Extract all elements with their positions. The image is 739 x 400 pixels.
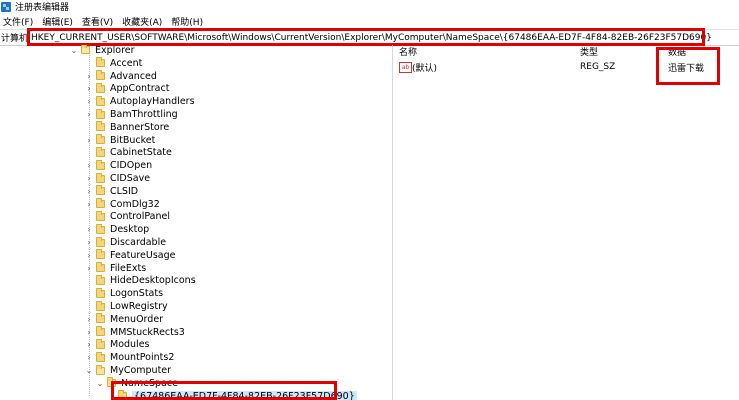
folder-icon [96,262,105,273]
tree-item[interactable]: › FileExts [85,262,146,275]
address-label: 计算机 [1,34,29,44]
chevron-right-icon[interactable]: › [85,110,93,119]
folder-icon [96,159,105,170]
tree-item[interactable]: › Modules [85,338,150,352]
folder-icon [96,134,105,145]
chevron-right-icon[interactable]: › [85,353,93,362]
tree-item-namespace[interactable]: ⌄ NameSpace [96,377,178,390]
value-data: 迅雷下载 [668,63,705,74]
chevron-right-icon[interactable]: › [85,72,93,81]
folder-icon [96,82,105,93]
folder-icon [96,57,105,68]
column-data[interactable]: 数据 [668,45,686,58]
tree-item[interactable]: › FeatureUsage [85,249,176,262]
registry-tree[interactable]: ⌄ Explorer Accent › Advanced › AppContract › A… [0,45,393,400]
tree-item[interactable]: › Advanced [85,70,157,83]
folder-icon [96,351,105,362]
tree-item[interactable]: HideDesktopIcons [85,274,196,288]
menu-help[interactable]: 帮助(H) [168,15,209,28]
chevron-right-icon[interactable]: › [85,187,93,196]
folder-icon [96,198,105,209]
folder-icon [96,146,105,157]
folder-icon [107,377,116,388]
folder-icon [118,390,127,400]
menu-bar: 文件(F) 编辑(E) 查看(V) 收藏夹(A) 帮助(H) [0,14,739,28]
folder-icon [96,223,105,234]
tree-item[interactable]: › AutoplayHandlers [85,95,195,108]
address-path[interactable]: HKEY_CURRENT_USER\SOFTWARE\Microsoft\Win… [31,33,712,43]
tree-item[interactable]: BannerStore [85,121,169,134]
tree-item[interactable]: › Desktop [85,223,149,236]
chevron-right-icon[interactable]: › [85,238,93,247]
folder-icon [96,210,105,221]
chevron-right-icon[interactable]: › [85,264,93,273]
tree-item[interactable]: › BamThrottling [85,108,178,121]
chevron-right-icon[interactable]: › [85,340,93,349]
tree-item[interactable]: › CIDOpen [85,159,152,172]
tree-item[interactable]: › MenuOrder [85,313,163,326]
chevron-down-icon[interactable]: ⌄ [85,366,93,375]
folder-icon [81,45,90,55]
folder-icon [96,364,105,375]
value-type: REG_SZ [580,62,616,72]
tree-item-explorer[interactable]: ⌄ Explorer [70,45,135,57]
menu-file[interactable]: 文件(F) [0,15,39,28]
chevron-right-icon[interactable]: › [85,315,93,324]
folder-icon [96,287,105,298]
menu-edit[interactable]: 编辑(E) [39,15,79,28]
list-item[interactable]: ab (默认) REG_SZ 迅雷下载 [393,60,739,74]
address-bar[interactable]: 计算机 HKEY_CURRENT_USER\SOFTWARE\Microsoft… [0,29,739,46]
tree-item[interactable]: › ComDlg32 [85,198,160,211]
menu-favorites[interactable]: 收藏夹(A) [119,15,168,28]
tree-item[interactable]: ControlPanel [85,210,170,224]
folder-icon [96,326,105,337]
tree-item[interactable]: › CIDSave [85,172,150,185]
tree-item-selected-key[interactable]: {67486EAA-ED7F-4F84-82EB-26F23F57D690} [107,390,357,400]
chevron-down-icon[interactable]: ⌄ [70,46,78,55]
chevron-right-icon[interactable]: › [85,97,93,106]
window-title: 注册表编辑器 [15,3,70,13]
title-bar: 注册表编辑器 [0,0,739,13]
value-name: (默认) [412,63,438,74]
chevron-right-icon[interactable]: › [85,328,93,337]
chevron-right-icon[interactable]: › [85,251,93,260]
tree-item[interactable]: › AppContract [85,82,169,96]
chevron-right-icon[interactable]: › [85,225,93,234]
menu-view[interactable]: 查看(V) [79,15,119,28]
tree-item[interactable]: CabinetState [85,146,172,160]
folder-icon [96,95,105,106]
folder-icon [96,236,105,247]
folder-icon [96,338,105,349]
tree-item[interactable]: › MMStuckRects3 [85,326,185,339]
folder-icon [96,185,105,196]
tree-item[interactable]: Accent [85,57,142,70]
tree-item[interactable]: › MountPoints2 [85,351,174,364]
column-name[interactable]: 名称 [399,45,417,58]
folder-icon [96,300,105,311]
registry-editor-icon [1,1,11,12]
list-header: 名称 类型 数据 [393,45,739,58]
tree-item[interactable]: LogonStats [85,287,163,300]
chevron-right-icon[interactable]: › [85,84,93,93]
folder-icon [96,313,105,324]
folder-icon [96,121,105,132]
tree-item[interactable]: › CLSID [85,185,138,198]
tree-item-mycomputer[interactable]: ⌄ MyComputer [85,364,171,377]
chevron-right-icon[interactable]: › [85,136,93,145]
tree-item[interactable]: › BitBucket [85,134,155,147]
folder-icon [96,108,105,119]
chevron-right-icon[interactable]: › [85,200,93,209]
string-value-icon: ab [399,61,412,73]
chevron-down-icon[interactable]: ⌄ [96,379,104,388]
chevron-right-icon[interactable]: › [85,161,93,170]
tree-item[interactable]: › Discardable [85,236,166,249]
column-type[interactable]: 类型 [580,45,598,58]
tree-item[interactable]: LowRegistry [85,300,168,313]
folder-icon [96,70,105,81]
folder-icon [96,249,105,260]
folder-icon [96,274,105,285]
chevron-right-icon[interactable]: › [85,174,93,183]
folder-icon [96,172,105,183]
